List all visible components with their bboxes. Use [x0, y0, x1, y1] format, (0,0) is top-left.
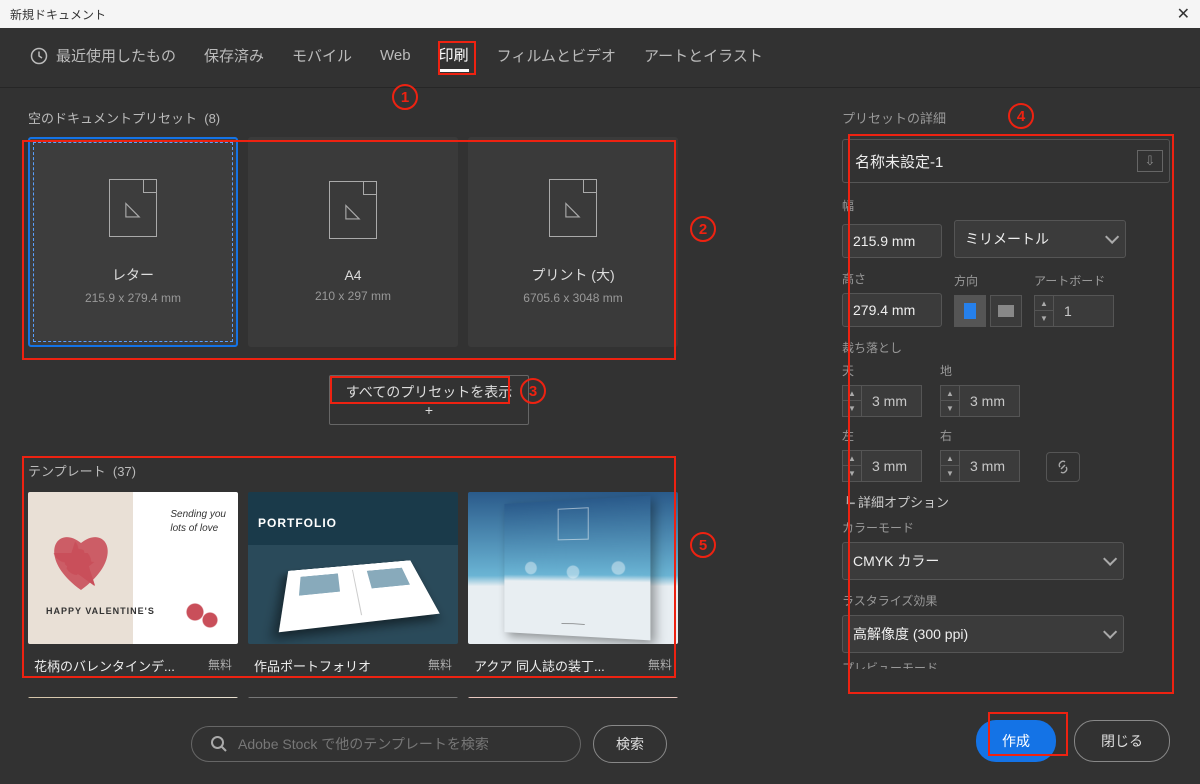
clock-icon: [30, 47, 48, 65]
annotation-circle-4: 4: [1008, 103, 1034, 129]
bleed-left-label: 左: [842, 427, 922, 444]
template-thumb: ———: [468, 492, 678, 644]
link-bleed-icon[interactable]: [1046, 452, 1080, 482]
search-wrap: [191, 726, 581, 762]
tab-art[interactable]: アートとイラスト: [644, 45, 763, 70]
preset-details-label: プリセットの詳細: [842, 108, 1170, 127]
advanced-options-toggle[interactable]: 詳細オプション: [842, 492, 1170, 511]
artboard-stepper[interactable]: ▲▼ 1: [1034, 295, 1114, 327]
window-title: 新規ドキュメント: [10, 6, 106, 23]
preset-name: A4: [344, 267, 361, 283]
orientation-landscape[interactable]: [990, 295, 1022, 327]
blank-presets-label: 空のドキュメントプリセット: [28, 111, 197, 126]
artboard-value[interactable]: 1: [1054, 295, 1114, 327]
tab-print[interactable]: 印刷: [439, 44, 469, 72]
artboard-label: アートボード: [1034, 272, 1114, 289]
page-icon: ◺: [109, 179, 157, 237]
chevron-down-icon: [1103, 553, 1113, 569]
templates-header: テンプレート (37): [28, 461, 830, 480]
template-cards: Sending youlots of love HAPPY VALENTINE'…: [28, 492, 830, 675]
preset-name: レター: [112, 265, 154, 285]
preset-dims: 6705.6 x 3048 mm: [523, 291, 622, 305]
width-input[interactable]: 215.9 mm: [842, 224, 942, 258]
document-name-value: 名称未設定-1: [855, 151, 943, 172]
tab-saved[interactable]: 保存済み: [204, 45, 264, 70]
preset-card-letter[interactable]: ◺ レター 215.9 x 279.4 mm: [28, 137, 238, 347]
preset-dims: 215.9 x 279.4 mm: [85, 291, 181, 305]
preview-label-cut: プレビューモード: [842, 659, 1170, 669]
tab-recent-label: 最近使用したもの: [56, 45, 176, 66]
orientation-label: 方向: [954, 272, 1022, 289]
bleed-top-stepper[interactable]: ▲▼3 mm: [842, 385, 922, 417]
right-panel: プリセットの詳細 名称未設定-1 ⇩ 幅 215.9 mm ミリメートル 高さ …: [830, 88, 1200, 784]
bleed-right-label: 右: [940, 427, 1020, 444]
preset-cards: ◺ レター 215.9 x 279.4 mm ◺ A4 210 x 297 mm…: [28, 137, 830, 347]
chevron-down-icon: [1103, 626, 1113, 642]
colormode-select[interactable]: CMYK カラー: [842, 542, 1124, 580]
height-input[interactable]: 279.4 mm: [842, 293, 942, 327]
page-icon: ◺: [549, 179, 597, 237]
chevron-down-icon: [1105, 231, 1115, 247]
preset-dims: 210 x 297 mm: [315, 289, 391, 303]
blank-presets-count: (8): [204, 111, 220, 126]
annotation-circle-2: 2: [690, 216, 716, 242]
template-thumb: PORTFOLIO: [248, 492, 458, 644]
template-name: 花柄のバレンタインデ...: [34, 656, 175, 675]
template-card-aqua[interactable]: ——— アクア 同人誌の装丁... 無料: [468, 492, 678, 675]
preset-card-print-large[interactable]: ◺ プリント (大) 6705.6 x 3048 mm: [468, 137, 678, 347]
close-button[interactable]: 閉じる: [1074, 720, 1170, 762]
bleed-label: 裁ち落とし: [842, 339, 1170, 356]
stepper-down-icon[interactable]: ▼: [1035, 311, 1053, 326]
template-tag: 無料: [428, 656, 452, 675]
annotation-circle-5: 5: [690, 532, 716, 558]
template-card-portfolio[interactable]: PORTFOLIO 作品ポートフォリオ 無料: [248, 492, 458, 675]
preset-card-a4[interactable]: ◺ A4 210 x 297 mm: [248, 137, 458, 347]
save-preset-icon[interactable]: ⇩: [1137, 150, 1163, 172]
create-button[interactable]: 作成: [976, 720, 1056, 762]
page-icon: ◺: [329, 181, 377, 239]
orientation-portrait[interactable]: [954, 295, 986, 327]
template-card-valentine[interactable]: Sending youlots of love HAPPY VALENTINE'…: [28, 492, 238, 675]
template-name: アクア 同人誌の装丁...: [474, 656, 605, 675]
preset-name: プリント (大): [531, 265, 614, 285]
blank-presets-header: 空のドキュメントプリセット (8): [28, 108, 830, 127]
show-all-presets-button[interactable]: すべてのプリセットを表示 +: [329, 375, 529, 425]
left-panel: 空のドキュメントプリセット (8) ◺ レター 215.9 x 279.4 mm…: [0, 88, 830, 784]
close-icon[interactable]: ✕: [1177, 4, 1190, 24]
width-label: 幅: [842, 197, 1170, 214]
bleed-bottom-label: 地: [940, 362, 1020, 379]
chevron-down-icon: [841, 493, 855, 507]
tab-mobile[interactable]: モバイル: [292, 45, 352, 70]
search-button[interactable]: 検索: [593, 725, 667, 763]
bleed-right-stepper[interactable]: ▲▼3 mm: [940, 450, 1020, 482]
search-icon: [210, 735, 228, 753]
titlebar: 新規ドキュメント ✕: [0, 0, 1200, 28]
bleed-bottom-stepper[interactable]: ▲▼3 mm: [940, 385, 1020, 417]
height-label: 高さ: [842, 270, 942, 287]
search-bar: 検索: [28, 698, 830, 784]
annotation-circle-1: 1: [392, 84, 418, 110]
tab-web[interactable]: Web: [380, 47, 411, 68]
bleed-top-label: 天: [842, 362, 922, 379]
template-tag: 無料: [208, 656, 232, 675]
units-select[interactable]: ミリメートル: [954, 220, 1126, 258]
annotation-circle-3: 3: [520, 378, 546, 404]
templates-count: (37): [113, 464, 136, 479]
tab-film[interactable]: フィルムとビデオ: [497, 45, 616, 70]
tab-bar: 最近使用したもの 保存済み モバイル Web 印刷 フィルムとビデオ アートとイ…: [0, 28, 1200, 88]
template-name: 作品ポートフォリオ: [254, 656, 371, 675]
dialog-footer: 作成 閉じる: [976, 720, 1170, 762]
search-input[interactable]: [238, 736, 548, 752]
document-name-field[interactable]: 名称未設定-1 ⇩: [842, 139, 1170, 183]
templates-label: テンプレート: [28, 464, 106, 479]
tab-recent[interactable]: 最近使用したもの: [30, 45, 176, 70]
stepper-up-icon[interactable]: ▲: [1035, 296, 1053, 311]
raster-label: ラスタライズ効果: [842, 592, 1170, 609]
bleed-left-stepper[interactable]: ▲▼3 mm: [842, 450, 922, 482]
template-thumb: Sending youlots of love HAPPY VALENTINE'…: [28, 492, 238, 644]
colormode-label: カラーモード: [842, 519, 1170, 536]
template-tag: 無料: [648, 656, 672, 675]
raster-select[interactable]: 高解像度 (300 ppi): [842, 615, 1124, 653]
